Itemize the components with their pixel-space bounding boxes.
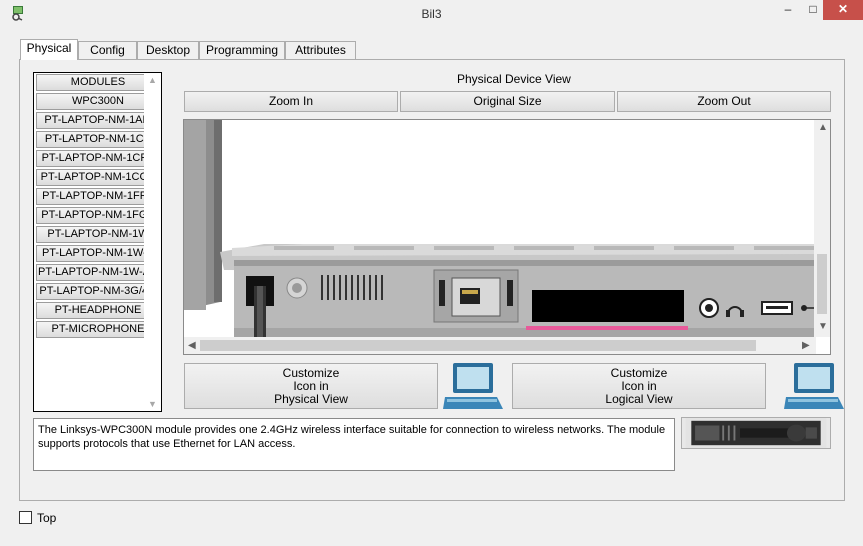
tab-physical[interactable]: Physical	[20, 39, 78, 60]
laptop-logical-icon	[784, 363, 844, 409]
module-header: MODULES	[36, 74, 160, 91]
title-bar: Bil3 – □ ✕	[0, 0, 863, 30]
module-item[interactable]: PT-LAPTOP-NM-1W-A	[36, 245, 160, 262]
modules-scrollbar[interactable]: ▲ ▼	[144, 73, 161, 411]
close-button[interactable]: ✕	[823, 0, 863, 20]
module-item[interactable]: PT-LAPTOP-NM-1CFE	[36, 150, 160, 167]
scroll-down-icon[interactable]: ▼	[818, 321, 828, 332]
device-view-canvas[interactable]: ▲ ▼ ◀ ▶	[183, 119, 831, 355]
module-item[interactable]: PT-LAPTOP-NM-1CGE	[36, 169, 160, 186]
module-item[interactable]: PT-LAPTOP-NM-1W	[36, 226, 160, 243]
device-view-vertical-scrollbar[interactable]: ▲ ▼	[814, 120, 830, 337]
module-item[interactable]: PT-LAPTOP-NM-3G/4G	[36, 283, 160, 300]
tab-attributes[interactable]: Attributes	[285, 41, 356, 59]
laptop-side-image	[184, 120, 816, 339]
module-item[interactable]: PT-LAPTOP-NM-1W-AC	[36, 264, 160, 281]
top-checkbox[interactable]	[19, 511, 32, 524]
zoom-in-button[interactable]: Zoom In	[184, 91, 398, 112]
physical-device-view-title: Physical Device View	[457, 72, 571, 86]
modules-list: MODULES WPC300N PT-LAPTOP-NM-1AM PT-LAPT…	[33, 72, 162, 412]
scroll-down-icon[interactable]: ▼	[144, 399, 161, 409]
module-item[interactable]: PT-LAPTOP-NM-1FGE	[36, 207, 160, 224]
device-view-horizontal-scrollbar[interactable]: ◀ ▶	[184, 337, 816, 354]
module-item[interactable]: PT-MICROPHONE	[36, 321, 160, 338]
tab-desktop[interactable]: Desktop	[137, 41, 199, 59]
customize-physical-icon-button[interactable]: Customize Icon in Physical View	[184, 363, 438, 409]
module-item[interactable]: PT-HEADPHONE	[36, 302, 160, 319]
tab-programming[interactable]: Programming	[199, 41, 285, 59]
maximize-button[interactable]: □	[803, 0, 823, 20]
module-slot-highlight	[526, 326, 688, 330]
top-label: Top	[37, 511, 57, 525]
modules-items: MODULES WPC300N PT-LAPTOP-NM-1AM PT-LAPT…	[36, 74, 160, 340]
button-line: Physical View	[274, 392, 348, 406]
module-item[interactable]: WPC300N	[36, 93, 160, 110]
tab-config[interactable]: Config	[78, 41, 137, 59]
vertical-scroll-thumb[interactable]	[817, 254, 827, 314]
customize-logical-icon-button[interactable]: Customize Icon in Logical View	[512, 363, 766, 409]
module-item[interactable]: PT-LAPTOP-NM-1FFE	[36, 188, 160, 205]
scroll-left-icon[interactable]: ◀	[188, 340, 196, 351]
module-thumbnail-image	[681, 417, 831, 449]
scroll-right-icon[interactable]: ▶	[802, 340, 810, 351]
laptop-physical-icon	[443, 363, 503, 409]
button-line: Logical View	[605, 392, 673, 406]
minimize-button[interactable]: –	[773, 0, 803, 20]
module-description: The Linksys-WPC300N module provides one …	[33, 418, 675, 471]
scroll-up-icon[interactable]: ▲	[144, 75, 161, 85]
zoom-out-button[interactable]: Zoom Out	[617, 91, 831, 112]
window-title: Bil3	[421, 7, 442, 21]
horizontal-scroll-thumb[interactable]	[200, 340, 756, 351]
physical-panel: MODULES WPC300N PT-LAPTOP-NM-1AM PT-LAPT…	[19, 59, 845, 501]
module-item[interactable]: PT-LAPTOP-NM-1CE	[36, 131, 160, 148]
scroll-up-icon[interactable]: ▲	[818, 122, 828, 133]
original-size-button[interactable]: Original Size	[400, 91, 615, 112]
module-item[interactable]: PT-LAPTOP-NM-1AM	[36, 112, 160, 129]
